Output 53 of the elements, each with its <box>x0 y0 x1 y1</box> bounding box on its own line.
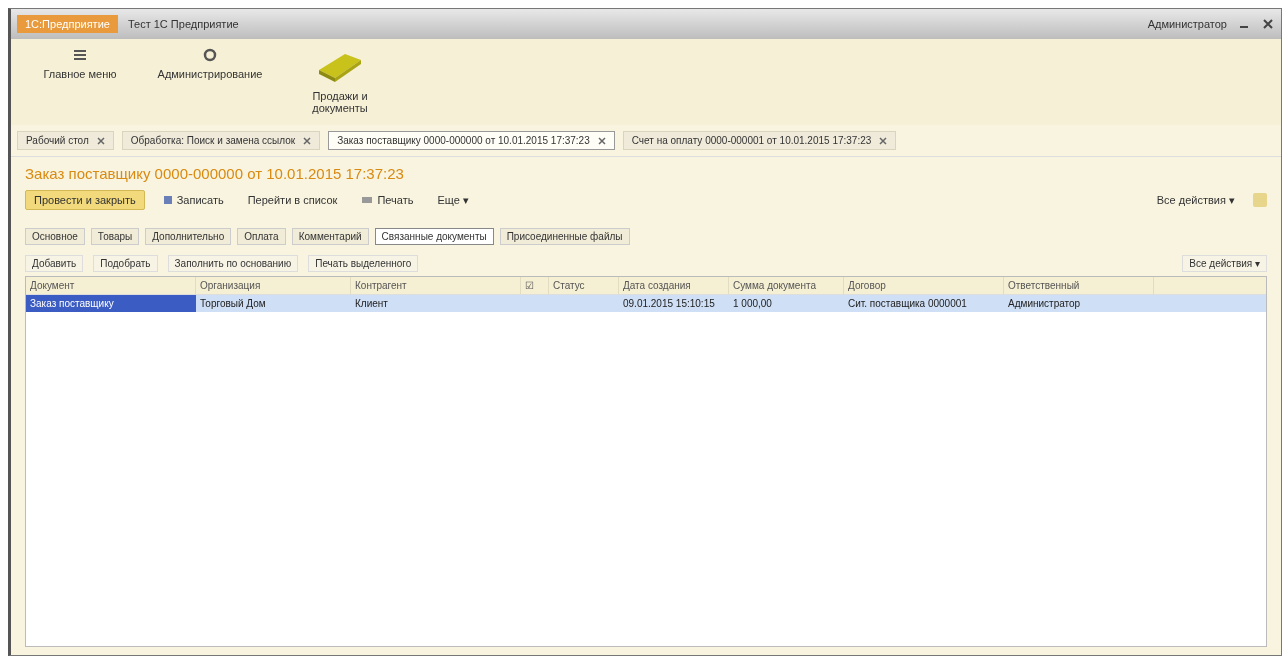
user-name[interactable]: Администратор <box>1147 18 1227 30</box>
column-header[interactable]: Контрагент <box>351 277 521 294</box>
section-button[interactable]: Главное меню <box>25 47 135 117</box>
table-cell-text: 09.01.2015 15:10:15 <box>622 297 716 311</box>
column-header[interactable]: Документ <box>26 277 196 294</box>
column-header[interactable]: Сумма документа <box>729 277 844 294</box>
form-tab[interactable]: Присоединенные файлы <box>499 228 630 245</box>
table-cell-text: Сит. поставщика 0000001 <box>847 297 968 311</box>
table-row[interactable]: Заказ поставщику Торговый Дом Клиент 09.01.2015 15:10:15 1 000,00 Сит. поставщика 0000001 Администратор <box>26 295 1266 312</box>
window-title: Тест 1С Предприятие <box>127 18 239 30</box>
menu-icon <box>73 48 87 62</box>
table-cell: Заказ поставщику <box>26 295 196 312</box>
open-tab[interactable]: Счет на оплату 0000-000001 от 10.01.2015 17:37:23 <box>622 131 897 150</box>
column-header[interactable]: Ответственный <box>1004 277 1154 294</box>
open-tab[interactable]: Заказ поставщику 0000-000000 от 10.01.2015 17:37:23 <box>328 131 615 150</box>
form-tab[interactable]: Дополнительно <box>145 228 232 245</box>
command-button[interactable]: Еще ▾ <box>431 192 475 208</box>
open-tab[interactable]: Рабочий стол <box>17 131 114 150</box>
section-button[interactable]: Продажи и документы <box>285 47 395 117</box>
command-button[interactable]: Перейти в список <box>241 193 344 207</box>
post-and-close-button[interactable]: Провести и закрыть <box>25 190 145 210</box>
column-header[interactable]: Дата создания <box>619 277 729 294</box>
toolbar-button[interactable]: Подобрать <box>93 255 158 272</box>
column-header[interactable]: Статус <box>549 277 619 294</box>
toolbar-button[interactable]: Печать выделенного <box>308 255 419 272</box>
table-cell-text: Администратор <box>1007 297 1082 311</box>
column-header[interactable]: Договор <box>844 277 1004 294</box>
close-icon[interactable] <box>303 136 312 145</box>
all-actions-button[interactable]: Все действия ▾ <box>1182 255 1267 272</box>
table-cell-text: 1 000,00 <box>732 297 773 311</box>
printer-icon <box>361 195 374 205</box>
open-tab[interactable]: Обработка: Поиск и замена ссылок <box>121 131 321 150</box>
close-icon[interactable] <box>879 136 888 145</box>
form-tab[interactable]: Товары <box>90 228 140 245</box>
table-cell-text: Торговый Дом <box>199 297 267 311</box>
form-tab[interactable]: Оплата <box>237 228 286 245</box>
form-title: Заказ поставщику 0000-000000 от 10.01.2015 17:37:23 <box>25 164 405 184</box>
column-header[interactable]: ☑ <box>521 277 549 294</box>
toolbar-button[interactable]: Заполнить по основанию <box>167 255 299 272</box>
close-icon[interactable] <box>96 136 105 145</box>
save-button[interactable]: Записать <box>156 193 230 207</box>
close-icon[interactable] <box>597 136 606 145</box>
toolbar-button[interactable]: Добавить <box>25 255 84 272</box>
close-icon[interactable] <box>1261 17 1275 31</box>
column-header[interactable]: Организация <box>196 277 351 294</box>
form-tab[interactable]: Основное <box>25 228 85 245</box>
all-actions-button[interactable]: Все действия ▾ <box>1150 192 1241 208</box>
section-button[interactable]: Администрирование <box>155 47 265 117</box>
table-cell-text: Клиент <box>354 297 389 311</box>
print-button[interactable]: Печать <box>355 193 420 207</box>
form-tab[interactable]: Комментарий <box>291 228 369 245</box>
app-logo: 1С:Предприятие <box>17 15 118 33</box>
form-tab[interactable]: Связанные документы <box>374 228 494 245</box>
